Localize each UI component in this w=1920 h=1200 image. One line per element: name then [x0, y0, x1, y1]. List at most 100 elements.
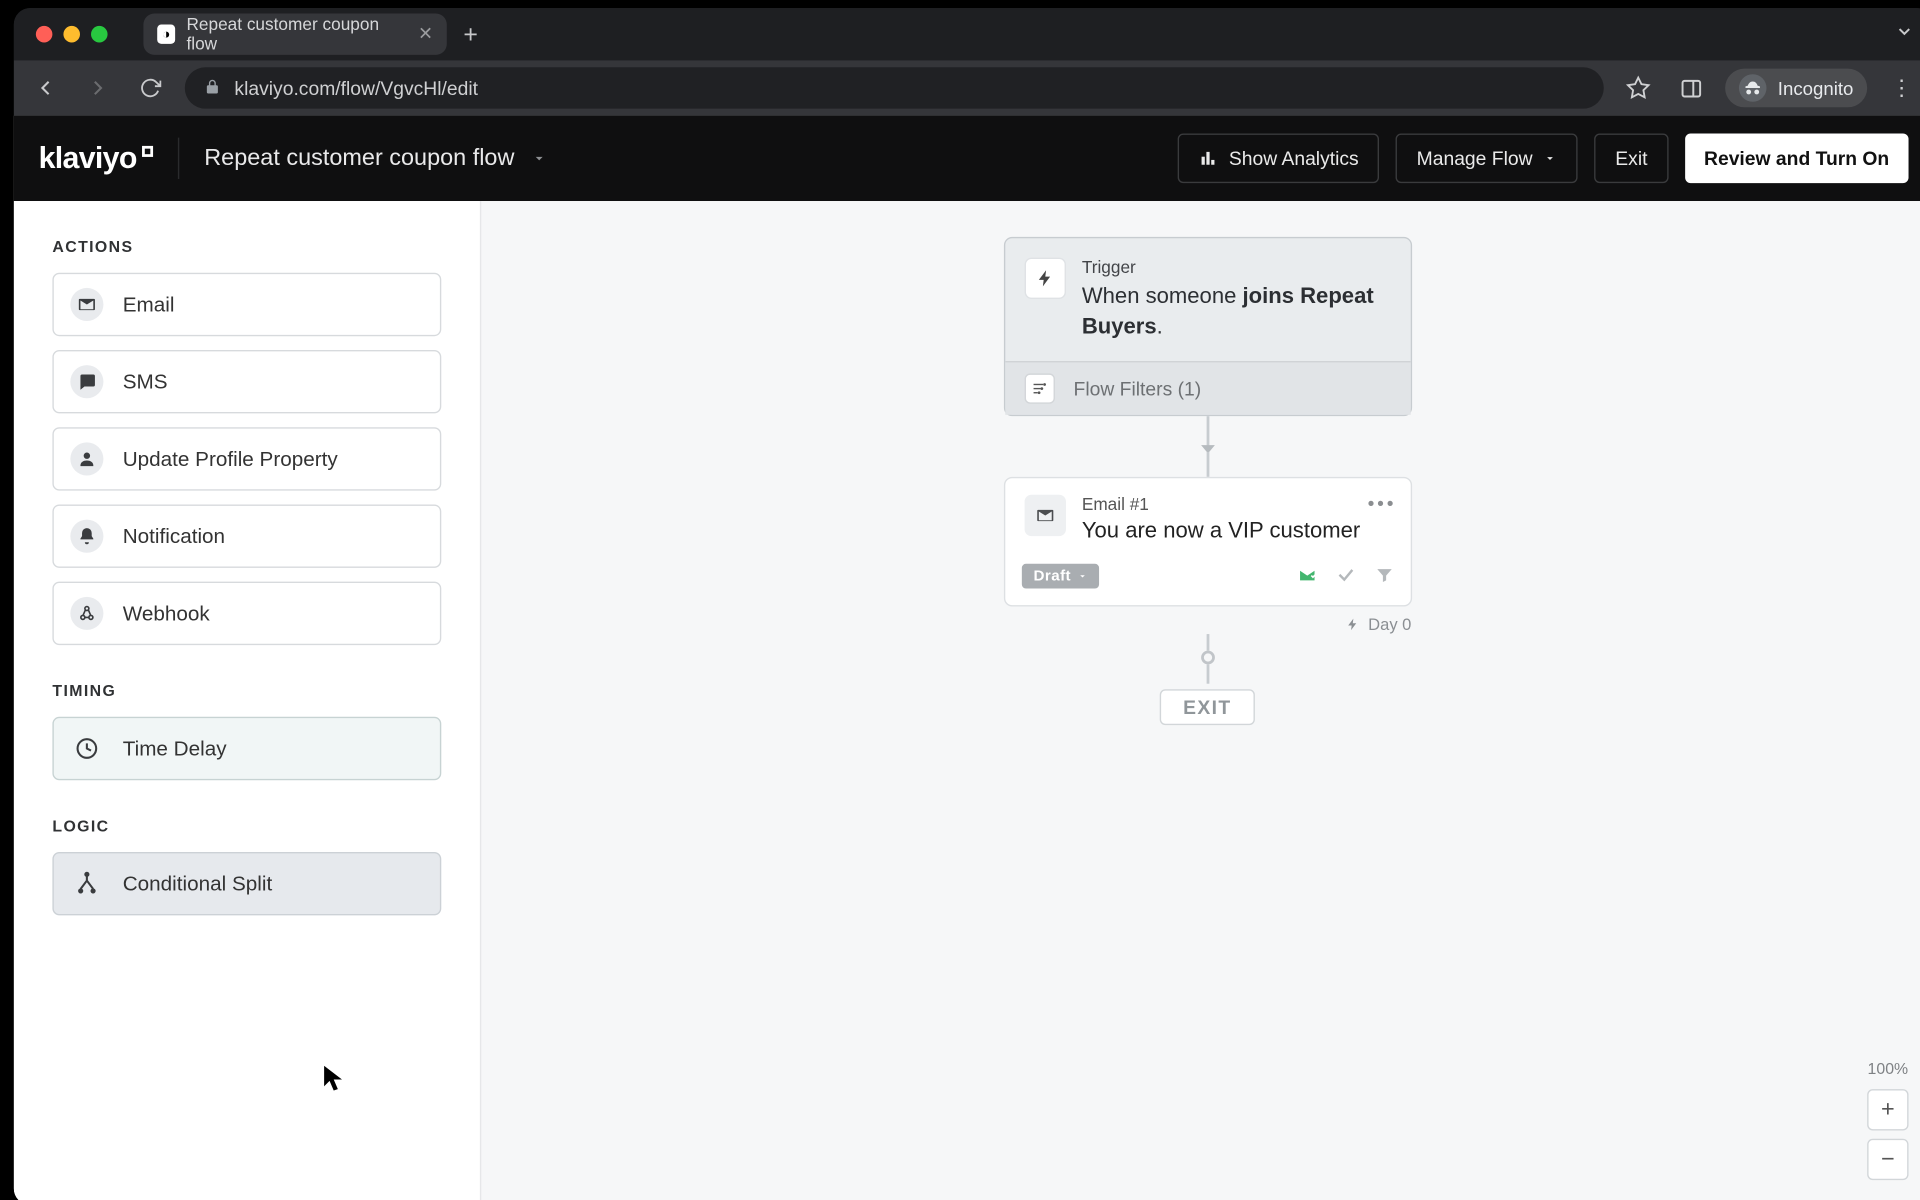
- tab-close-icon[interactable]: ✕: [418, 23, 433, 45]
- brand-mark-icon: [142, 146, 153, 157]
- bookmark-icon[interactable]: [1621, 70, 1657, 106]
- email-step-label: Email #1: [1082, 495, 1360, 514]
- content: ACTIONS Email SMS U: [14, 201, 1920, 1200]
- split-icon: [70, 867, 103, 900]
- incognito-icon: [1739, 74, 1767, 102]
- trigger-description: When someone joins Repeat Buyers.: [1082, 282, 1388, 342]
- maximize-window-icon[interactable]: [91, 26, 108, 43]
- review-turn-on-button[interactable]: Review and Turn On: [1685, 133, 1909, 183]
- connector: [1206, 452, 1209, 477]
- zoom-out-button[interactable]: −: [1867, 1139, 1908, 1180]
- logic-conditional-split[interactable]: Conditional Split: [52, 852, 441, 915]
- review-label: Review and Turn On: [1704, 147, 1889, 169]
- tabs-overflow-icon[interactable]: [1895, 21, 1920, 47]
- caret-down-icon: [531, 150, 548, 167]
- exit-node[interactable]: EXIT: [1160, 689, 1255, 725]
- caret-down-icon: [1077, 571, 1088, 582]
- caret-down-icon: [1544, 151, 1558, 165]
- sms-icon: [70, 365, 103, 398]
- timing-time-delay[interactable]: Time Delay: [52, 717, 441, 780]
- timing-label: Time Delay: [123, 737, 227, 760]
- browser-titlebar: ◑ Repeat customer coupon flow ✕ +: [14, 8, 1920, 60]
- trigger-suffix: .: [1157, 315, 1163, 338]
- clock-icon: [70, 732, 103, 765]
- connector: [1206, 416, 1209, 446]
- logic-label: Conditional Split: [123, 872, 272, 895]
- back-button[interactable]: [28, 70, 64, 106]
- close-window-icon[interactable]: [36, 26, 53, 43]
- manage-flow-button[interactable]: Manage Flow: [1396, 133, 1578, 183]
- exit-node-label: EXIT: [1183, 696, 1231, 718]
- day-marker: Day 0: [1003, 615, 1411, 634]
- action-label: Update Profile Property: [123, 447, 338, 470]
- action-email[interactable]: Email: [52, 273, 441, 336]
- show-analytics-label: Show Analytics: [1229, 147, 1359, 169]
- action-label: Email: [123, 293, 175, 316]
- connector: [1206, 665, 1209, 684]
- filter-list-icon: [1024, 374, 1054, 404]
- brand-logo[interactable]: klaviyo: [39, 140, 154, 176]
- bolt-small-icon: [1346, 618, 1360, 632]
- panel-icon[interactable]: [1673, 70, 1709, 106]
- flow-title-dropdown[interactable]: Repeat customer coupon flow: [204, 145, 547, 173]
- day-text: Day 0: [1368, 615, 1411, 634]
- action-notification[interactable]: Notification: [52, 504, 441, 567]
- divider: [178, 138, 179, 179]
- forward-button[interactable]: [80, 70, 116, 106]
- address-bar[interactable]: klaviyo.com/flow/VgvcHl/edit: [185, 67, 1604, 108]
- webhook-icon: [70, 597, 103, 630]
- trigger-prefix: When someone: [1082, 285, 1243, 308]
- exit-button[interactable]: Exit: [1595, 133, 1669, 183]
- app-header: klaviyo Repeat customer coupon flow Show…: [14, 116, 1920, 201]
- browser-tab[interactable]: ◑ Repeat customer coupon flow ✕: [143, 14, 446, 55]
- kebab-menu-icon[interactable]: ⋮: [1884, 70, 1920, 106]
- bolt-icon: [1024, 258, 1065, 299]
- person-icon: [70, 442, 103, 475]
- logic-heading: LOGIC: [52, 819, 441, 836]
- url-text: klaviyo.com/flow/VgvcHl/edit: [234, 77, 478, 99]
- flow-filters-label: Flow Filters (1): [1074, 378, 1202, 400]
- add-node-button[interactable]: [1200, 651, 1214, 665]
- actions-heading: ACTIONS: [52, 240, 441, 257]
- app-area: klaviyo Repeat customer coupon flow Show…: [14, 116, 1920, 1200]
- filter-icon: [1374, 565, 1393, 588]
- incognito-label: Incognito: [1778, 78, 1854, 99]
- zoom-in-button[interactable]: +: [1867, 1089, 1908, 1130]
- flow-filters-row[interactable]: Flow Filters (1): [1005, 361, 1410, 415]
- tab-favicon-icon: ◑: [157, 25, 175, 44]
- browser-window: ◑ Repeat customer coupon flow ✕ + klaviy…: [14, 8, 1920, 1200]
- status-label: Draft: [1034, 568, 1071, 585]
- action-update-profile[interactable]: Update Profile Property: [52, 427, 441, 490]
- zoom-controls: 100% + −: [1867, 1062, 1908, 1181]
- action-webhook[interactable]: Webhook: [52, 582, 441, 645]
- connector: [1206, 634, 1209, 651]
- trigger-card[interactable]: Trigger When someone joins Repeat Buyers…: [1003, 237, 1411, 417]
- lock-icon: [204, 78, 221, 99]
- sidebar: ACTIONS Email SMS U: [14, 201, 480, 1200]
- window-controls: [14, 26, 122, 43]
- incognito-chip[interactable]: Incognito: [1725, 69, 1867, 108]
- card-more-icon[interactable]: •••: [1368, 492, 1397, 514]
- action-label: SMS: [123, 370, 168, 393]
- mouse-cursor-icon: [324, 1066, 343, 1098]
- new-tab-button[interactable]: +: [463, 20, 478, 49]
- action-label: Notification: [123, 524, 225, 547]
- reload-button[interactable]: [132, 70, 168, 106]
- email-icon: [70, 288, 103, 321]
- flow-name: Repeat customer coupon flow: [204, 145, 514, 173]
- timing-heading: TIMING: [52, 684, 441, 701]
- show-analytics-button[interactable]: Show Analytics: [1178, 133, 1380, 183]
- trigger-label: Trigger: [1082, 258, 1388, 277]
- minimize-window-icon[interactable]: [63, 26, 80, 43]
- bell-icon: [70, 520, 103, 553]
- brand-name: klaviyo: [39, 140, 137, 176]
- status-badge[interactable]: Draft: [1021, 564, 1098, 589]
- tab-title: Repeat customer coupon flow: [186, 15, 401, 54]
- manage-flow-label: Manage Flow: [1417, 147, 1533, 169]
- checkmark-icon: [1336, 565, 1355, 588]
- action-sms[interactable]: SMS: [52, 350, 441, 413]
- bar-chart-icon: [1199, 149, 1218, 168]
- action-label: Webhook: [123, 602, 210, 625]
- flow-canvas[interactable]: Trigger When someone joins Repeat Buyers…: [480, 201, 1920, 1200]
- email-card[interactable]: Email #1 You are now a VIP customer ••• …: [1003, 477, 1411, 607]
